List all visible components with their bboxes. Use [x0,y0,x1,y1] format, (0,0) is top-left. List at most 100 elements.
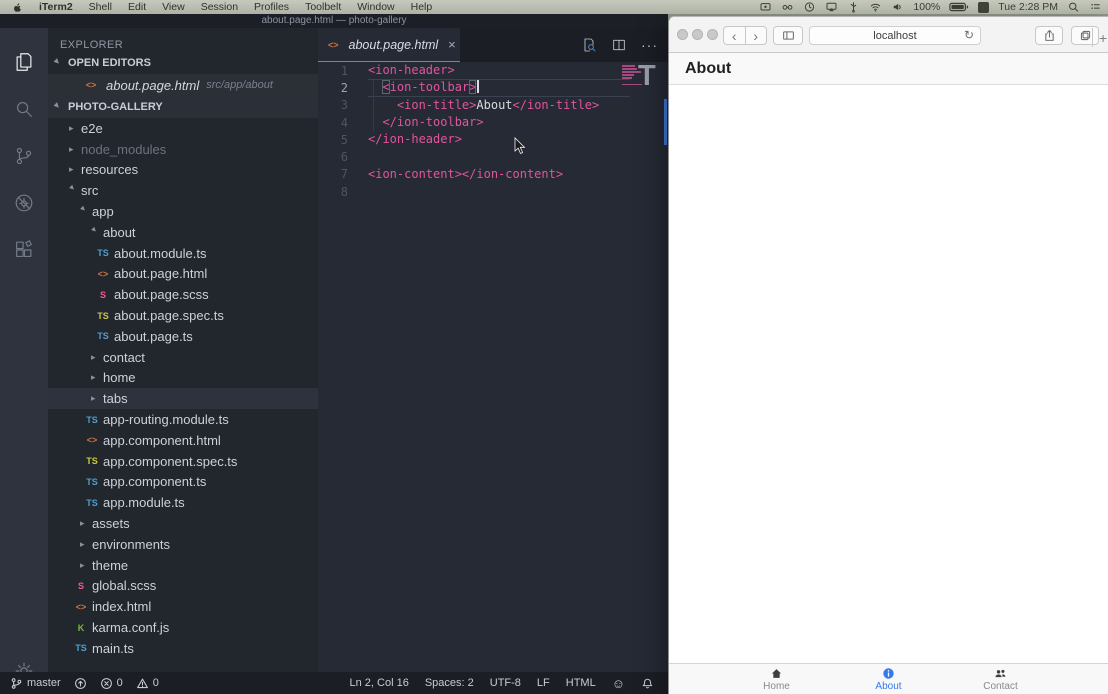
status-item-master[interactable]: master [10,677,61,690]
back-button[interactable]: ‹ [724,28,745,44]
status-item-lf[interactable]: LF [537,677,550,689]
screen-recording-icon[interactable] [759,1,772,13]
activity-item-extensions[interactable] [0,226,48,273]
sidebar-button[interactable] [773,26,803,45]
chevron-down-icon: ▸ [52,56,67,71]
code-line-3[interactable]: 3 <ion-title>About</ion-title> [318,97,668,114]
status-item-ln-2-col-16[interactable]: Ln 2, Col 16 [350,677,409,689]
tree-item-about[interactable]: ▸about [48,222,318,243]
tree-item-resources[interactable]: ▸resources [48,160,318,181]
tree-item-e2e[interactable]: ▸e2e [48,118,318,139]
menu-clock[interactable]: Tue 2:28 PM [998,1,1058,13]
tree-item-about.page.html[interactable]: <>about.page.html [48,264,318,285]
wifi-icon[interactable] [869,1,882,13]
code-line-1[interactable]: 1<ion-header> [318,62,668,79]
tree-item-home[interactable]: ▸home [48,368,318,389]
activity-item-search[interactable] [0,85,48,132]
tree-item-theme[interactable]: ▸theme [48,555,318,576]
tree-item-app-routing.module.ts[interactable]: TSapp-routing.module.ts [48,409,318,430]
tree-item-environments[interactable]: ▸environments [48,534,318,555]
tab-home[interactable]: Home [721,664,833,694]
tree-item-app.component.ts[interactable]: TSapp.component.ts [48,472,318,493]
tab-about[interactable]: About [833,664,945,694]
menu-window[interactable]: Window [349,1,402,13]
share-button[interactable] [1035,26,1063,45]
status-item-smiley[interactable]: ☺ [612,676,625,691]
close-window-button[interactable] [677,29,688,40]
menubar-app-icon[interactable] [978,2,989,13]
project-section-header[interactable]: ▸ PHOTO-GALLERY [48,96,318,118]
activity-item-source-control[interactable] [0,132,48,179]
tree-item-app.component.spec.ts[interactable]: TSapp.component.spec.ts [48,451,318,472]
spotlight-icon[interactable] [1067,1,1080,13]
status-item-0[interactable]: 0 [136,677,159,690]
open-editor-item[interactable]: <> about.page.html src/app/about [48,74,318,96]
tree-item-karma.conf.js[interactable]: Kkarma.conf.js [48,617,318,638]
menu-edit[interactable]: Edit [120,1,154,13]
tree-item-app[interactable]: ▸app [48,201,318,222]
forward-button[interactable]: › [746,28,767,44]
status-item-html[interactable]: HTML [566,677,596,689]
code-editor[interactable]: 1<ion-header>2 <ion-toolbar>3 <ion-title… [318,62,668,672]
tab-about-page-html[interactable]: <> about.page.html × [318,28,460,62]
apple-menu-icon[interactable] [12,2,23,13]
clock-status-icon[interactable] [803,1,816,13]
code-line-2[interactable]: 2 <ion-toolbar> [318,79,668,96]
menu-toolbelt[interactable]: Toolbelt [297,1,349,13]
activity-item-explorer[interactable] [0,38,48,85]
tree-item-node_modules[interactable]: ▸node_modules [48,139,318,160]
tree-item-about.page.ts[interactable]: TSabout.page.ts [48,326,318,347]
notification-center-icon[interactable] [1089,1,1102,13]
code-line-4[interactable]: 4 </ion-toolbar> [318,114,668,131]
find-in-file-button[interactable] [581,37,597,53]
tree-item-index.html[interactable]: <>index.html [48,596,318,617]
tree-item-app.module.ts[interactable]: TSapp.module.ts [48,492,318,513]
reload-icon[interactable]: ↻ [964,28,974,42]
close-tab-icon[interactable]: × [448,38,456,51]
status-item-spaces-2[interactable]: Spaces: 2 [425,677,474,689]
tree-item-src[interactable]: ▸src [48,180,318,201]
status-item-0[interactable]: 0 [100,677,123,690]
tree-item-main.ts[interactable]: TSmain.ts [48,638,318,659]
tree-item-label: about [103,225,136,240]
code-line-7[interactable]: 7<ion-content></ion-content> [318,166,668,183]
split-editor-button[interactable] [611,37,627,53]
tree-item-assets[interactable]: ▸assets [48,513,318,534]
code-line-5[interactable]: 5</ion-header> [318,131,668,148]
menu-profiles[interactable]: Profiles [246,1,297,13]
tree-item-about.page.scss[interactable]: Sabout.page.scss [48,284,318,305]
status-item-bell[interactable] [641,677,654,690]
tree-item-global.scss[interactable]: Sglobal.scss [48,576,318,597]
code-token: > [469,80,476,94]
usb-icon[interactable] [847,1,860,13]
volume-icon[interactable] [891,1,904,13]
code-line-6[interactable]: 6 [318,148,668,165]
branch-icon [10,677,23,690]
status-item-utf-8[interactable]: UTF-8 [490,677,521,689]
address-bar[interactable]: localhost ↻ [809,26,981,45]
tree-item-about.page.spec.ts[interactable]: TSabout.page.spec.ts [48,305,318,326]
menu-shell[interactable]: Shell [81,1,120,13]
zoom-window-button[interactable] [707,29,718,40]
new-tab-button[interactable]: + [1092,28,1108,47]
tree-item-app.component.html[interactable]: <>app.component.html [48,430,318,451]
airplay-icon[interactable] [825,1,838,13]
tree-item-contact[interactable]: ▸contact [48,347,318,368]
open-editors-section[interactable]: ▸ OPEN EDITORS [48,52,318,74]
tree-item-about.module.ts[interactable]: TSabout.module.ts [48,243,318,264]
glasses-icon[interactable] [781,1,794,13]
tab-contact[interactable]: Contact [945,664,1057,694]
menu-view[interactable]: View [154,1,193,13]
menu-iterm2[interactable]: iTerm2 [31,1,81,13]
more-actions-button[interactable]: ··· [641,37,658,53]
status-item-text: 0 [153,677,159,689]
tree-item-tabs[interactable]: ▸tabs [48,388,318,409]
vscode-title-bar[interactable]: about.page.html — photo-gallery [0,14,668,28]
code-line-8[interactable]: 8 [318,183,668,200]
menu-session[interactable]: Session [193,1,246,13]
activity-item-debug[interactable] [0,179,48,226]
status-item-publish[interactable] [74,677,87,690]
extensions-icon [13,239,35,261]
menu-help[interactable]: Help [403,1,441,13]
minimize-window-button[interactable] [692,29,703,40]
